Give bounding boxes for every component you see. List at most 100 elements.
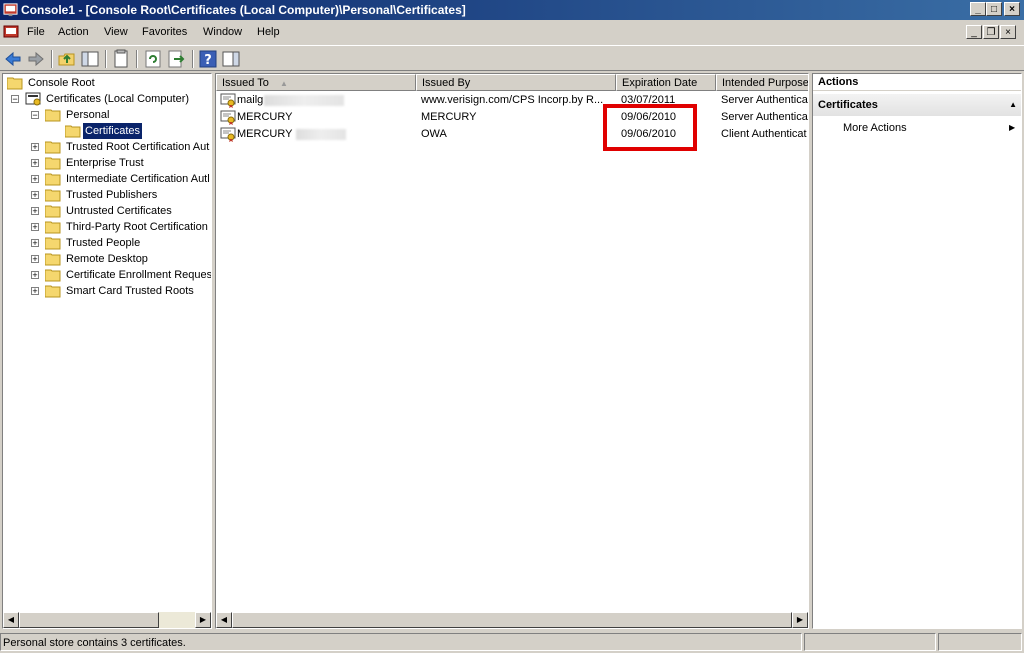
collapse-toggle[interactable]: −: [31, 111, 39, 120]
actions-pane: Actions Certificates ▲ More Actions ▶: [812, 73, 1022, 629]
certificate-icon: [220, 110, 236, 125]
mdi-restore-button[interactable]: ❐: [983, 25, 999, 39]
menu-favorites[interactable]: Favorites: [142, 26, 187, 38]
tree-horizontal-scrollbar[interactable]: ◀ ▶: [3, 612, 211, 628]
intended-purpose-cell: Server Authentica: [721, 111, 808, 123]
collapse-up-icon[interactable]: ▲: [1009, 94, 1017, 116]
window-title: Console1 - [Console Root\Certificates (L…: [21, 3, 466, 17]
status-panel: [804, 633, 936, 651]
menu-view[interactable]: View: [104, 26, 128, 38]
menu-bar: File Action View Favorites Window Help: [0, 22, 1024, 43]
expand-toggle[interactable]: +: [31, 271, 39, 280]
status-text: Personal store contains 3 certificates.: [0, 633, 802, 651]
mdi-minimize-button[interactable]: _: [966, 25, 982, 39]
scroll-right-button[interactable]: ▶: [195, 612, 211, 628]
help-icon[interactable]: ?: [198, 49, 218, 69]
intended-purpose-cell: Client Authenticat: [721, 128, 807, 140]
intended-purpose-cell: Server Authentica: [721, 94, 808, 106]
close-button[interactable]: ×: [1004, 2, 1020, 16]
column-header-label: Issued To: [222, 77, 269, 89]
scroll-right-button[interactable]: ▶: [792, 612, 808, 628]
expand-toggle[interactable]: +: [31, 287, 39, 296]
tree-item-label: Trusted People: [66, 237, 141, 249]
table-row[interactable]: MERCURY OWA 09/06/2010 Client Authentica…: [216, 126, 808, 143]
show-hide-console-tree-icon[interactable]: [80, 49, 100, 69]
actions-section-label: Certificates: [818, 99, 878, 111]
table-row[interactable]: MERCURY MERCURY 09/06/2010 Server Authen…: [216, 109, 808, 126]
mdi-close-button[interactable]: ×: [1000, 25, 1016, 39]
certificate-icon: [220, 127, 236, 142]
show-hide-action-pane-icon[interactable]: [221, 49, 241, 69]
expand-toggle[interactable]: +: [31, 175, 39, 184]
folder-icon: [45, 205, 61, 218]
console-document-icon[interactable]: [3, 24, 19, 40]
more-actions-item[interactable]: More Actions: [843, 122, 907, 134]
tree-item-label: Certificate Enrollment Request: [66, 269, 212, 281]
menu-action[interactable]: Action: [58, 26, 89, 38]
scroll-thumb[interactable]: [19, 612, 159, 628]
folder-icon: [45, 253, 61, 266]
status-panel: [938, 633, 1022, 651]
expand-toggle[interactable]: +: [31, 223, 39, 232]
expand-toggle[interactable]: +: [31, 207, 39, 216]
issued-to-cell: mailg: [237, 92, 412, 109]
refresh-icon[interactable]: [143, 49, 163, 69]
folder-icon: [7, 77, 23, 90]
folder-icon: [45, 221, 61, 234]
scroll-left-button[interactable]: ◀: [216, 612, 232, 628]
issued-to-cell: MERCURY: [237, 111, 293, 123]
folder-icon: [65, 125, 81, 138]
more-actions-label: More Actions: [843, 122, 907, 134]
menu-window[interactable]: Window: [203, 26, 242, 38]
menu-file[interactable]: File: [27, 26, 45, 38]
actions-section-certificates[interactable]: Certificates ▲: [813, 94, 1021, 116]
folder-icon: [45, 269, 61, 282]
folder-icon: [45, 157, 61, 170]
expand-toggle[interactable]: +: [31, 239, 39, 248]
column-header-issued-by[interactable]: Issued By: [416, 74, 616, 91]
issued-by-cell: MERCURY: [421, 111, 477, 123]
certificate-snapin-icon: [25, 92, 41, 106]
redacted-text: [264, 94, 345, 106]
menu-help[interactable]: Help: [257, 26, 280, 38]
mmc-console-icon: [3, 3, 18, 17]
forward-arrow-icon[interactable]: [26, 49, 46, 69]
tree-item-label: Personal: [66, 109, 110, 121]
console-tree-pane[interactable]: Console Root − Certificates (Local Compu…: [2, 73, 212, 629]
list-horizontal-scrollbar[interactable]: ◀ ▶: [216, 612, 808, 628]
actions-title: Actions: [813, 74, 1021, 91]
tree-item-label: Smart Card Trusted Roots: [66, 285, 194, 297]
issued-to-cell: MERCURY: [237, 126, 412, 143]
tree-item-label: Intermediate Certification Autl: [66, 173, 210, 185]
export-icon[interactable]: [166, 49, 186, 69]
expiration-date-cell: 09/06/2010: [621, 111, 677, 123]
export-list-icon[interactable]: [111, 49, 131, 69]
status-bar: Personal store contains 3 certificates.: [0, 632, 1024, 653]
expand-toggle[interactable]: +: [31, 143, 39, 152]
scroll-left-button[interactable]: ◀: [3, 612, 19, 628]
folder-icon: [45, 173, 61, 186]
column-header-intended-purpose[interactable]: Intended Purpose: [716, 74, 808, 91]
certificate-list-pane[interactable]: Issued To ▲ Issued By Expiration Date In…: [215, 73, 809, 629]
collapse-toggle[interactable]: −: [11, 95, 19, 104]
expand-toggle[interactable]: +: [31, 255, 39, 264]
folder-icon: [45, 141, 61, 154]
submenu-arrow-icon: ▶: [1009, 123, 1016, 132]
table-row[interactable]: mailg www.verisign.com/CPS Incorp.by R..…: [216, 92, 808, 109]
tree-item-label: Enterprise Trust: [66, 157, 144, 169]
folder-open-icon: [45, 109, 61, 122]
tree-item-label: Certificates (Local Computer): [46, 93, 190, 105]
minimize-button[interactable]: _: [970, 2, 986, 16]
title-bar[interactable]: Console1 - [Console Root\Certificates (L…: [0, 0, 1024, 20]
expand-toggle[interactable]: +: [31, 191, 39, 200]
up-folder-icon[interactable]: [57, 49, 77, 69]
column-header-issued-to[interactable]: Issued To ▲: [216, 74, 416, 91]
maximize-button[interactable]: □: [986, 2, 1002, 16]
svg-text:?: ?: [204, 53, 212, 68]
back-arrow-icon[interactable]: [3, 49, 23, 69]
scroll-thumb[interactable]: [232, 612, 792, 628]
issued-by-cell: OWA: [421, 128, 447, 140]
column-header-expiration-date[interactable]: Expiration Date: [616, 74, 716, 91]
expand-toggle[interactable]: +: [31, 159, 39, 168]
issued-by-cell: www.verisign.com/CPS Incorp.by R...: [421, 94, 604, 106]
